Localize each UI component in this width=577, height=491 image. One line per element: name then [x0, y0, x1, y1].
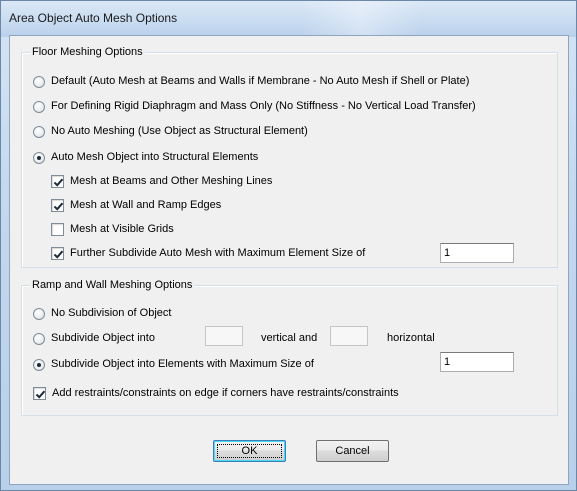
- radio-button[interactable]: [33, 332, 45, 345]
- cancel-button[interactable]: Cancel: [316, 440, 389, 462]
- ramp-max-size-input[interactable]: 1: [440, 352, 514, 372]
- vertical-subdivisions-input[interactable]: [205, 326, 243, 346]
- ramp-option-subdivide[interactable]: Subdivide Object into: [33, 332, 155, 345]
- check-mesh-at-visible-grids[interactable]: Mesh at Visible Grids: [51, 223, 174, 236]
- ramp-wall-meshing-title: Ramp and Wall Meshing Options: [30, 278, 195, 292]
- floor-option-default[interactable]: Default (Auto Mesh at Beams and Walls if…: [33, 75, 469, 88]
- radio-button-selected[interactable]: [33, 358, 45, 371]
- title-bar-glass: [301, 1, 421, 37]
- focus-rect: [217, 444, 282, 458]
- ramp-option-no-subdivision-label: No Subdivision of Object: [51, 307, 172, 319]
- ramp-option-max-size-label: Subdivide Object into Elements with Maxi…: [51, 358, 314, 370]
- dialog-client-area: Floor Meshing Options Default (Auto Mesh…: [9, 35, 569, 485]
- check-add-restraints-label: Add restraints/constraints on edge if co…: [52, 387, 399, 399]
- radio-button-selected[interactable]: [33, 151, 45, 164]
- vertical-and-label: vertical and: [261, 332, 318, 344]
- floor-option-auto-mesh[interactable]: Auto Mesh Object into Structural Element…: [33, 151, 258, 164]
- ramp-option-subdivide-label: Subdivide Object into: [51, 332, 155, 344]
- check-mesh-at-wall-ramp[interactable]: Mesh at Wall and Ramp Edges: [51, 199, 221, 212]
- floor-option-rigid-diaphragm-label: For Defining Rigid Diaphragm and Mass On…: [51, 100, 476, 112]
- floor-meshing-title: Floor Meshing Options: [30, 45, 145, 59]
- check-mesh-at-beams-label: Mesh at Beams and Other Meshing Lines: [70, 175, 273, 187]
- radio-button[interactable]: [33, 125, 45, 138]
- floor-meshing-group: Floor Meshing Options Default (Auto Mesh…: [21, 45, 558, 268]
- checkbox-checked[interactable]: [51, 175, 64, 188]
- floor-option-default-label: Default (Auto Mesh at Beams and Walls if…: [51, 75, 470, 87]
- checkbox-checked[interactable]: [51, 199, 64, 212]
- check-mesh-at-beams[interactable]: Mesh at Beams and Other Meshing Lines: [51, 175, 272, 188]
- check-add-restraints[interactable]: Add restraints/constraints on edge if co…: [33, 387, 399, 400]
- check-further-subdivide-label: Further Subdivide Auto Mesh with Maximum…: [70, 247, 366, 259]
- dialog-window: Area Object Auto Mesh Options Floor Mesh…: [0, 0, 577, 491]
- ramp-wall-meshing-group: Ramp and Wall Meshing Options No Subdivi…: [21, 278, 558, 416]
- checkmark-icon: [35, 390, 46, 399]
- check-mesh-at-wall-ramp-label: Mesh at Wall and Ramp Edges: [70, 199, 222, 211]
- floor-option-no-auto-meshing[interactable]: No Auto Meshing (Use Object as Structura…: [33, 125, 308, 138]
- checkbox-checked[interactable]: [33, 387, 46, 400]
- cancel-button-label: Cancel: [335, 445, 370, 457]
- checkbox-unchecked[interactable]: [51, 223, 64, 236]
- radio-button[interactable]: [33, 307, 45, 320]
- horizontal-subdivisions-input[interactable]: [330, 326, 368, 346]
- checkmark-icon: [53, 202, 64, 211]
- floor-option-no-auto-meshing-label: No Auto Meshing (Use Object as Structura…: [51, 125, 308, 137]
- checkbox-checked[interactable]: [51, 247, 64, 260]
- ramp-option-max-size[interactable]: Subdivide Object into Elements with Maxi…: [33, 358, 314, 371]
- radio-button[interactable]: [33, 100, 45, 113]
- floor-option-rigid-diaphragm[interactable]: For Defining Rigid Diaphragm and Mass On…: [33, 100, 476, 113]
- check-mesh-at-visible-grids-label: Mesh at Visible Grids: [70, 223, 174, 235]
- horizontal-label: horizontal: [387, 332, 435, 344]
- window-title: Area Object Auto Mesh Options: [9, 11, 178, 25]
- checkmark-icon: [53, 178, 64, 187]
- floor-max-element-size-input[interactable]: 1: [440, 243, 514, 263]
- radio-button[interactable]: [33, 75, 45, 88]
- floor-option-auto-mesh-label: Auto Mesh Object into Structural Element…: [51, 151, 259, 163]
- check-further-subdivide[interactable]: Further Subdivide Auto Mesh with Maximum…: [51, 247, 365, 260]
- ramp-option-no-subdivision[interactable]: No Subdivision of Object: [33, 307, 171, 320]
- checkmark-icon: [53, 250, 64, 259]
- ok-button[interactable]: OK: [213, 440, 286, 462]
- title-bar[interactable]: Area Object Auto Mesh Options: [1, 1, 576, 37]
